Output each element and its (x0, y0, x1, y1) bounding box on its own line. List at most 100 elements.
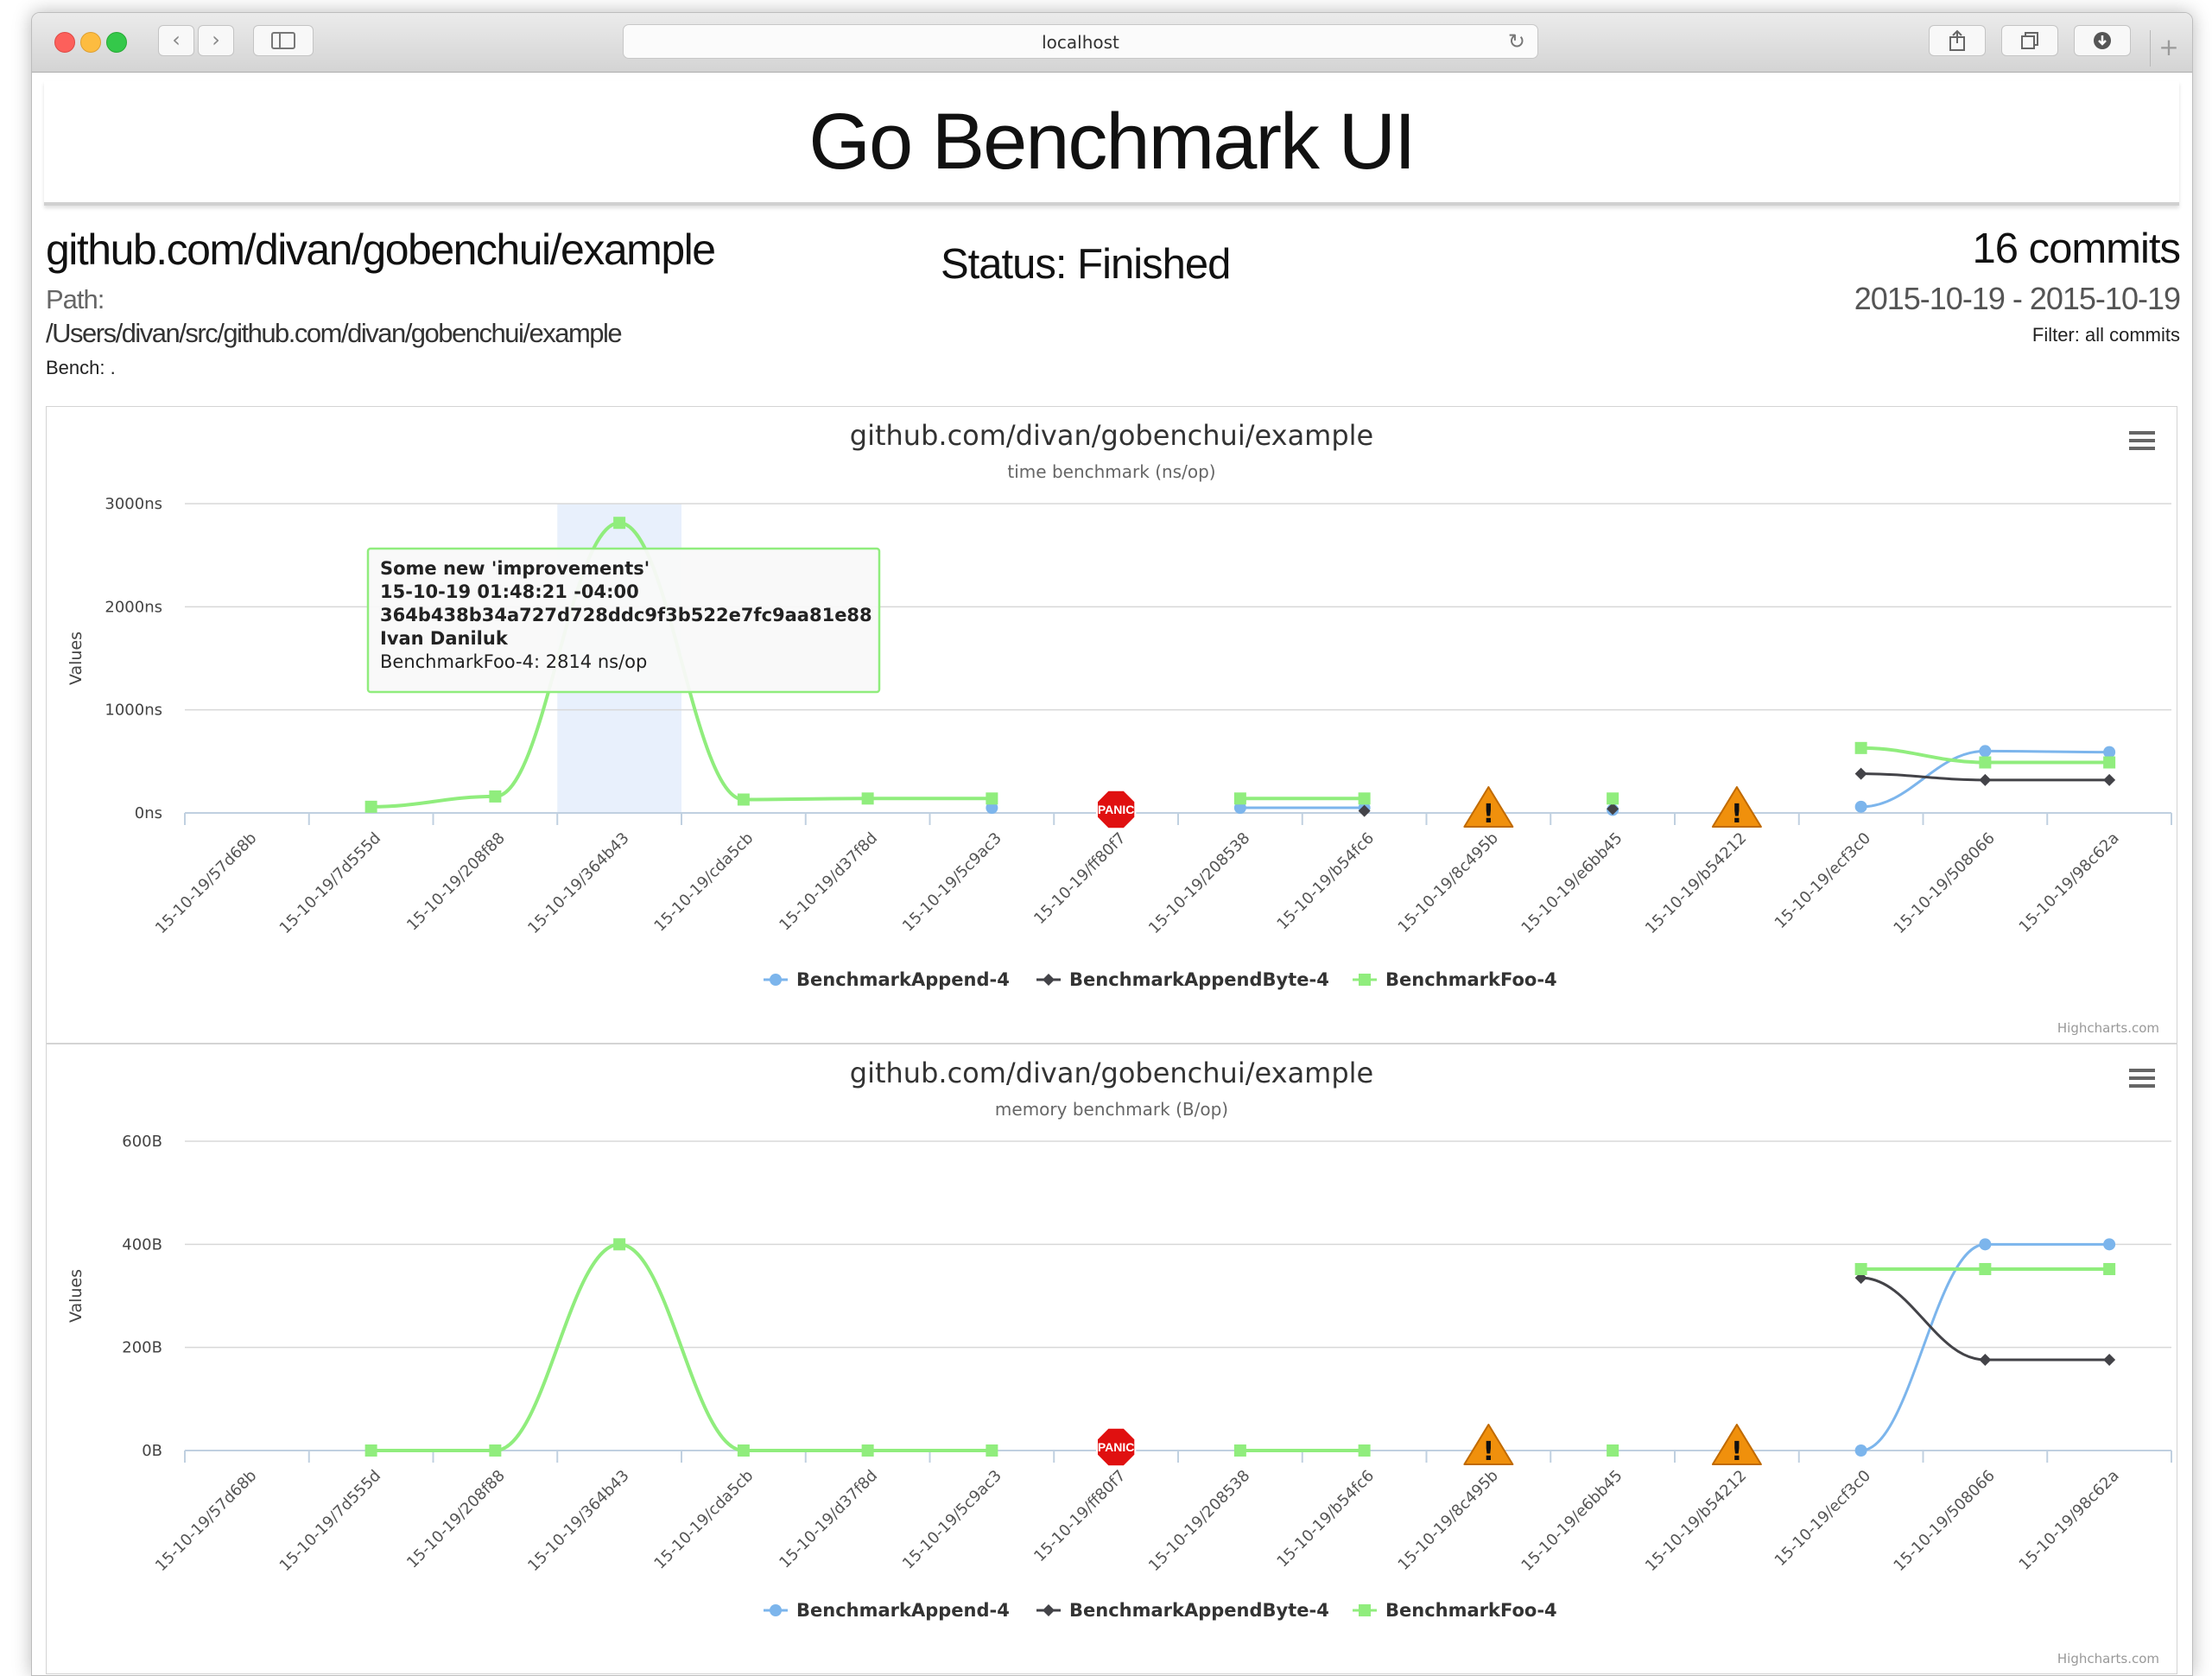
y-tick-label: 0B (142, 1442, 162, 1460)
x-tick-label: 15-10-19/8c495b (1395, 829, 1502, 936)
menu-bar (2129, 447, 2155, 450)
title-bar: Go Benchmark UI (44, 81, 2179, 206)
data-point-BenchmarkFoo-4 (1233, 1444, 1246, 1457)
minimize-window-button[interactable] (80, 32, 101, 53)
forward-button[interactable]: › (198, 25, 234, 56)
tooltip-line: Some new 'improvements' (380, 558, 650, 579)
x-tick-label: 15-10-19/364b43 (524, 1467, 632, 1575)
legend-symbol (1043, 974, 1055, 986)
x-tick-label: 15-10-19/d37f8d (776, 1467, 881, 1572)
legend-label: BenchmarkFoo-4 (1385, 969, 1557, 990)
x-tick-label: 15-10-19/e6bb45 (1518, 1467, 1626, 1575)
legend-item-BenchmarkAppend-4[interactable]: BenchmarkAppend-4 (764, 1600, 1010, 1621)
x-tick-label: 15-10-19/5c9ac3 (899, 829, 1005, 936)
download-icon (2094, 32, 2111, 49)
data-point-BenchmarkFoo-4 (1233, 792, 1246, 805)
tabs-overview-button[interactable] (2001, 25, 2058, 56)
x-tick-label: 15-10-19/7d555d (276, 829, 384, 937)
y-tick-label: 1000ns (105, 702, 162, 720)
data-point-BenchmarkAppend-4 (2103, 746, 2116, 759)
data-point-BenchmarkFoo-4 (613, 1238, 626, 1251)
data-point-BenchmarkFoo-4 (861, 1444, 874, 1457)
x-tick-label: 15-10-19/208f88 (403, 1467, 509, 1572)
data-point-BenchmarkFoo-4 (489, 790, 502, 803)
data-point-BenchmarkAppendByte-4 (2103, 773, 2116, 786)
x-tick-label: 15-10-19/b54fc6 (1273, 829, 1378, 934)
x-tick-label: 15-10-19/508066 (1890, 1467, 1999, 1576)
x-tick-label: 15-10-19/364b43 (524, 829, 632, 937)
legend-item-BenchmarkFoo-4[interactable]: BenchmarkFoo-4 (1353, 1600, 1557, 1621)
data-point-BenchmarkAppend-4 (1854, 800, 1867, 813)
data-point-BenchmarkFoo-4 (1854, 741, 1867, 754)
legend-label: BenchmarkAppendByte-4 (1069, 969, 1329, 990)
legend-symbol (1359, 1604, 1371, 1616)
warning-exclamation: ! (1731, 799, 1743, 829)
time-benchmark-chart: 0ns 1000ns 2000ns 3000ns 15-10-19/57d68b 15-1… (46, 406, 2177, 1044)
data-point-BenchmarkFoo-4 (737, 1444, 750, 1457)
legend-symbol (1043, 1604, 1055, 1616)
reload-icon[interactable]: ↻ (1508, 29, 1525, 54)
sidebar-icon (271, 32, 295, 49)
panic-label: PANIC (1098, 803, 1135, 816)
data-point-BenchmarkFoo-4 (1979, 756, 1992, 769)
url-text: localhost (1042, 32, 1119, 53)
bench-filter: Bench: . (46, 357, 116, 378)
x-tick-label: 15-10-19/b54fc6 (1273, 1467, 1378, 1571)
address-bar[interactable]: localhost ↻ (623, 24, 1538, 59)
browser-window: ‹ › localhost ↻ + Go Benchmark UI github… (31, 12, 2193, 1676)
legend-item-BenchmarkFoo-4[interactable]: BenchmarkFoo-4 (1353, 969, 1557, 990)
x-tick-label: 15-10-19/57d68b (152, 829, 260, 937)
legend-item-BenchmarkAppend-4[interactable]: BenchmarkAppend-4 (764, 969, 1010, 990)
sidebar-button[interactable] (253, 25, 314, 56)
x-tick-label: 15-10-19/ecf3c0 (1772, 1467, 1874, 1570)
x-tick-label: 15-10-19/b54212 (1642, 1467, 1750, 1575)
panic-marker: PANIC (1096, 1426, 1137, 1468)
zoom-window-button[interactable] (106, 32, 127, 53)
chart-menu-icon[interactable] (2129, 1069, 2155, 1088)
tooltip-line: 15-10-19 01:48:21 -04:00 (380, 581, 639, 602)
x-tick-label: 15-10-19/7d555d (276, 1467, 384, 1575)
x-tick-label: 15-10-19/b54212 (1642, 829, 1750, 937)
y-tick-label: 200B (122, 1339, 162, 1357)
legend-item-BenchmarkAppendByte-4[interactable]: BenchmarkAppendByte-4 (1036, 969, 1329, 990)
x-tick-label: 15-10-19/d37f8d (776, 829, 881, 935)
chart-menu-icon[interactable] (2129, 431, 2155, 450)
page-content: Go Benchmark UI github.com/divan/gobench… (32, 73, 2192, 1675)
data-point-BenchmarkFoo-4 (613, 517, 626, 530)
data-point-BenchmarkFoo-4 (1358, 1444, 1371, 1457)
data-point-BenchmarkFoo-4 (2103, 1262, 2116, 1275)
x-tick-label: 15-10-19/cda5cb (650, 829, 757, 936)
y-axis-title: Values (67, 1269, 86, 1323)
legend-symbol (770, 1604, 782, 1616)
legend-label: BenchmarkAppend-4 (796, 1600, 1010, 1621)
date-range: 2015-10-19 - 2015-10-19 (1854, 281, 2181, 316)
new-tab-button[interactable]: + (2150, 30, 2187, 67)
y-tick-label: 0ns (135, 804, 162, 822)
browser-toolbar: ‹ › localhost ↻ + (32, 13, 2192, 73)
package-path: /Users/divan/src/github.com/divan/gobenc… (46, 318, 623, 348)
share-button[interactable] (1929, 25, 1986, 56)
data-point-BenchmarkFoo-4 (364, 1444, 377, 1457)
back-button[interactable]: ‹ (158, 25, 194, 56)
legend-symbol (1359, 974, 1371, 986)
downloads-button[interactable] (2074, 25, 2131, 56)
tooltip-line: BenchmarkFoo-4: 2814 ns/op (380, 651, 647, 672)
legend-label: BenchmarkAppend-4 (796, 969, 1010, 990)
legend-symbol (770, 974, 782, 986)
tooltip-line: Ivan Daniluk (380, 628, 509, 649)
legend-label: BenchmarkAppendByte-4 (1069, 1600, 1329, 1621)
warning-exclamation: ! (1731, 1437, 1743, 1467)
chart-subtitle: memory benchmark (B/op) (995, 1099, 1228, 1120)
plus-icon: + (2158, 33, 2179, 61)
data-point-BenchmarkFoo-4 (2103, 756, 2116, 769)
data-point-BenchmarkFoo-4 (1854, 1262, 1867, 1275)
commit-filter: Filter: all commits (2031, 324, 2180, 346)
data-point-BenchmarkFoo-4 (1979, 1262, 1992, 1275)
legend-item-BenchmarkAppendByte-4[interactable]: BenchmarkAppendByte-4 (1036, 1600, 1329, 1621)
tooltip-line: 364b438b34a727d728ddc9f3b522e7fc9aa81e88 (380, 605, 872, 625)
data-point-BenchmarkFoo-4 (986, 1444, 998, 1457)
x-tick-label: 15-10-19/ecf3c0 (1772, 829, 1874, 932)
close-window-button[interactable] (54, 32, 75, 53)
x-tick-label: 15-10-19/ff80f7 (1030, 1467, 1129, 1565)
warning-marker: ! (1711, 786, 1762, 829)
